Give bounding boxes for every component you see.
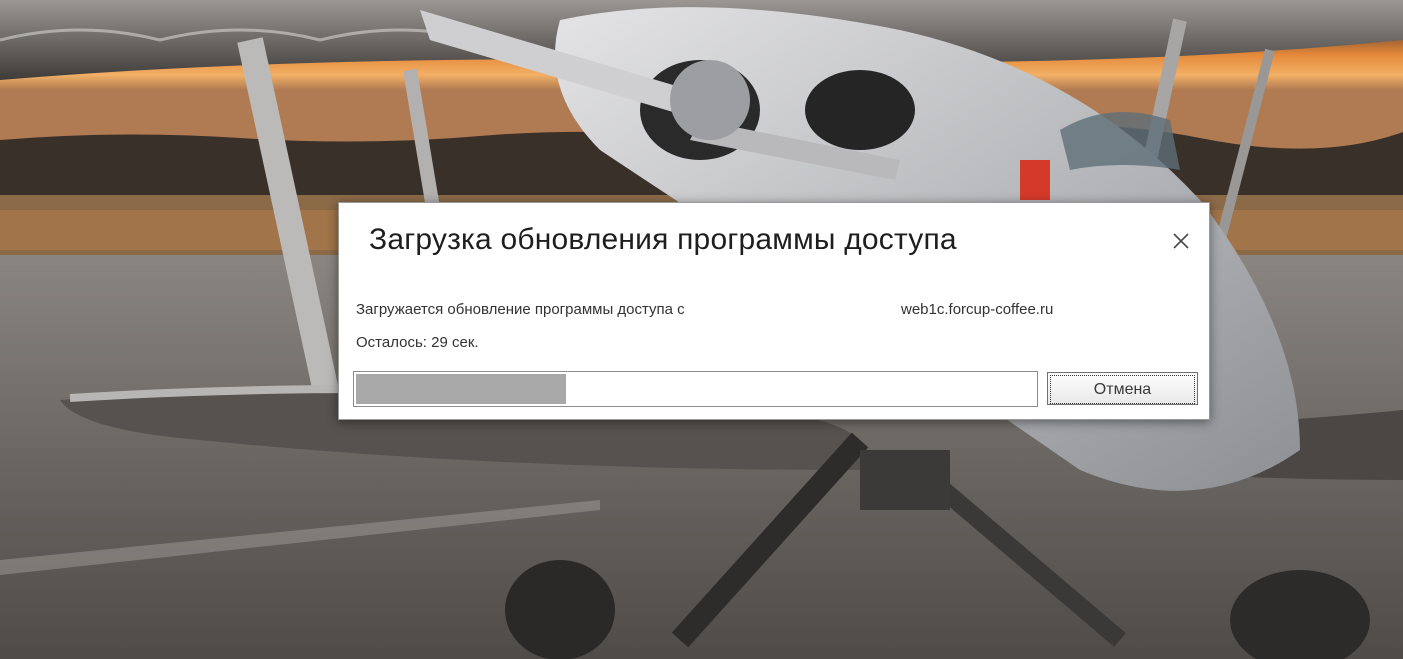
cancel-button-label: Отмена [1050, 375, 1195, 404]
close-icon[interactable] [1167, 227, 1195, 255]
cancel-button[interactable]: Отмена [1047, 372, 1198, 405]
time-remaining: Осталось: 29 сек. [356, 334, 479, 351]
progress-fill [356, 374, 566, 404]
dialog-title: Загрузка обновления программы доступа [369, 223, 957, 256]
download-host: web1c.forcup-coffee.ru [901, 301, 1054, 318]
update-dialog: Загрузка обновления программы доступа За… [338, 202, 1210, 420]
download-message: Загружается обновление программы доступа… [356, 301, 685, 318]
download-progress-bar [353, 371, 1038, 407]
desktop: Загрузка обновления программы доступа За… [0, 0, 1403, 659]
